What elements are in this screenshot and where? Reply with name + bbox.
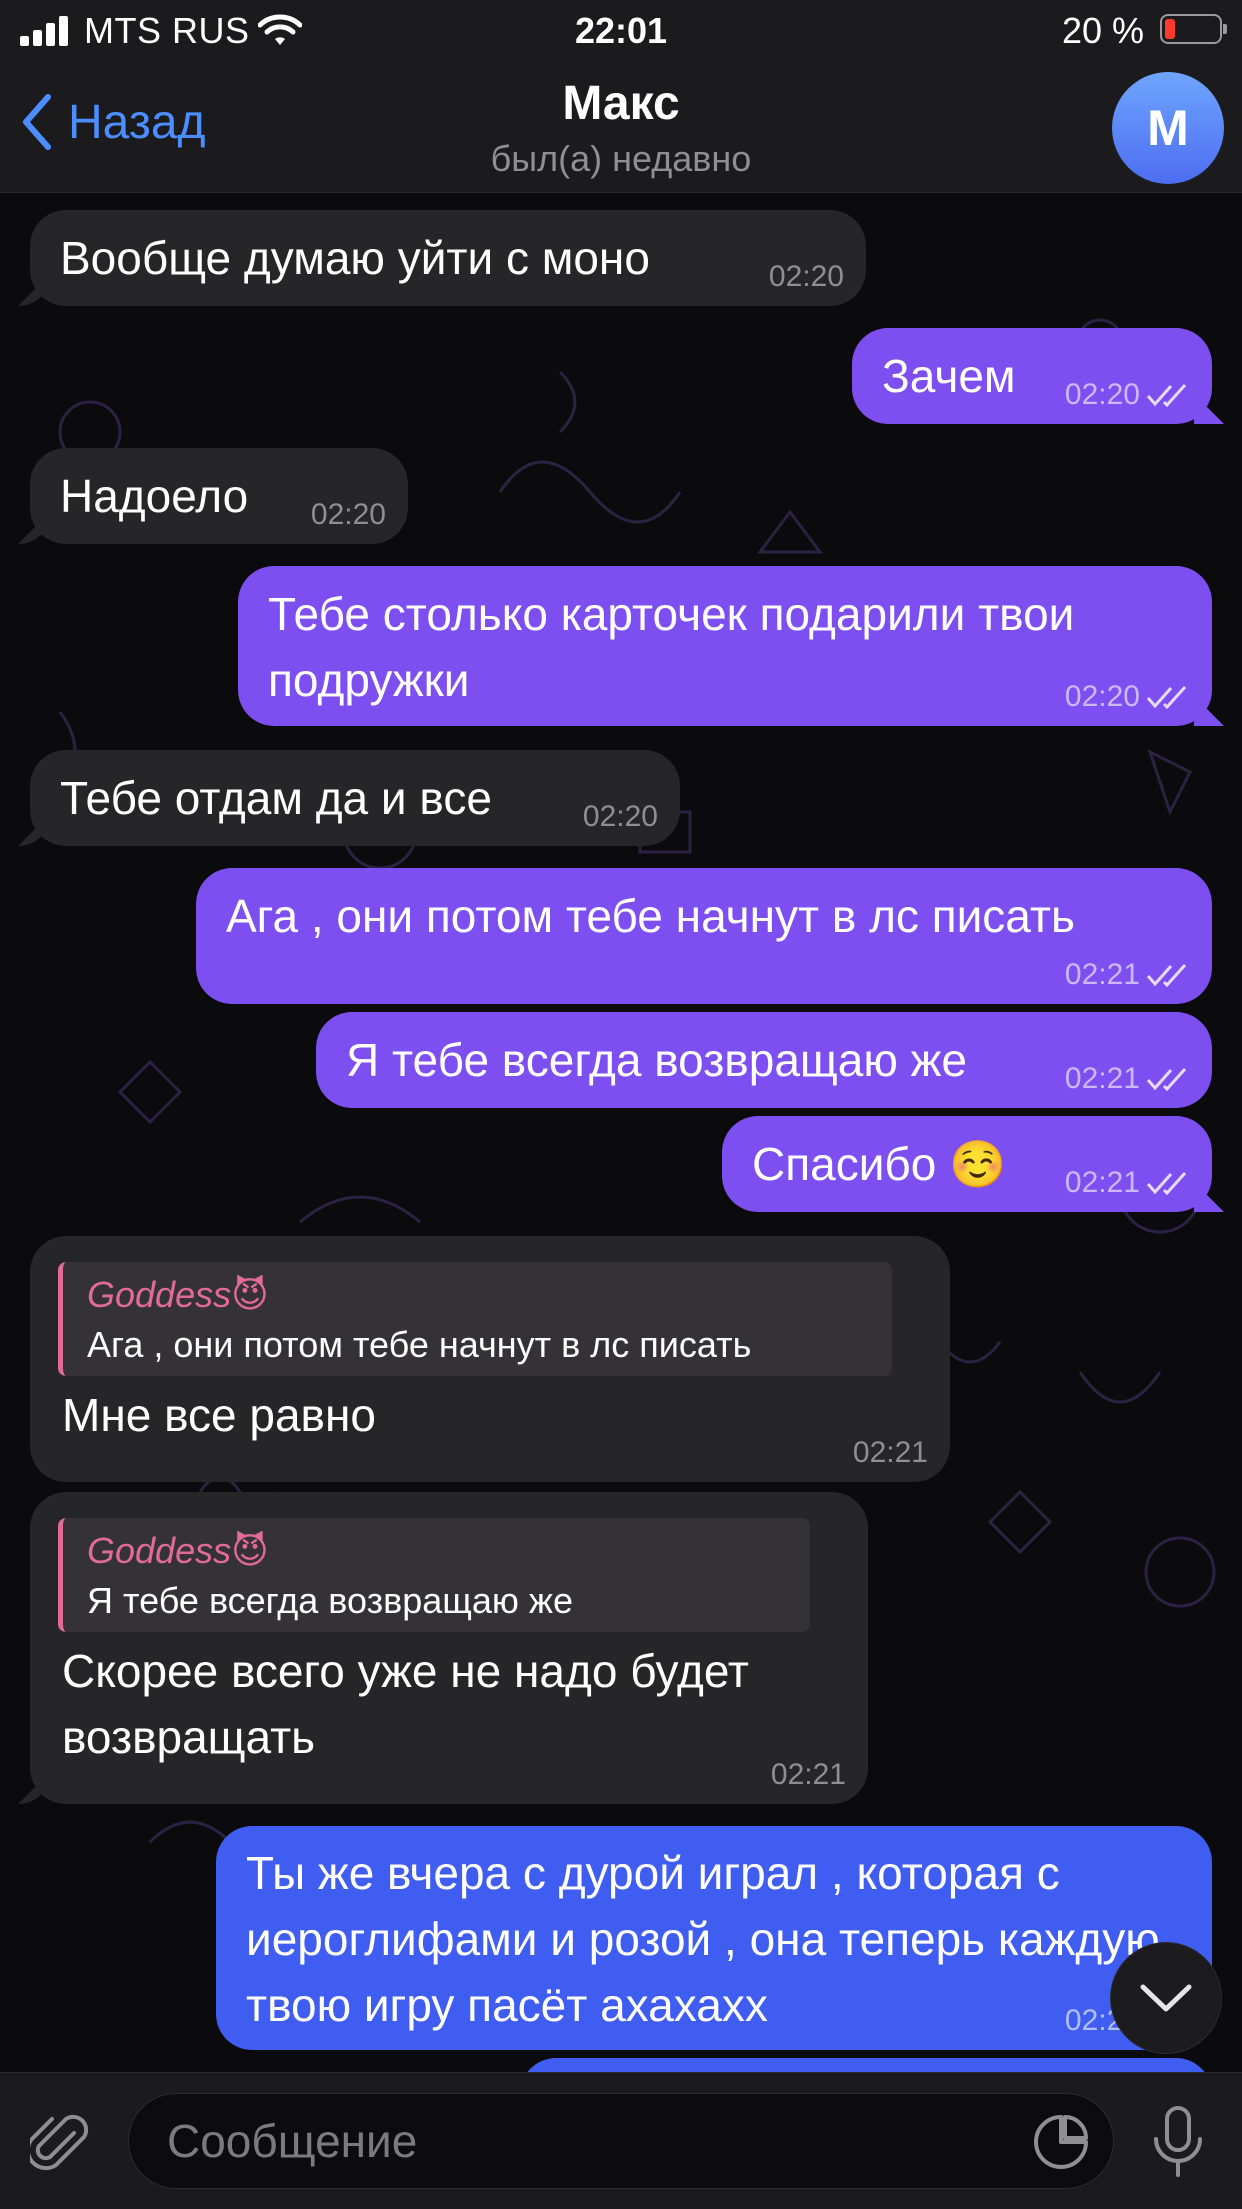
message-time: 02:21 bbox=[1064, 1062, 1140, 1095]
chat-title[interactable]: Макс bbox=[0, 76, 1242, 131]
message-time: 02:20 bbox=[1064, 378, 1140, 411]
message-input[interactable] bbox=[128, 2093, 1114, 2189]
double-check-icon bbox=[1146, 1067, 1187, 1091]
reply-quote[interactable]: Goddess😈 Я тебе всегда возвращаю же bbox=[58, 1518, 810, 1632]
message-time: 02:20 bbox=[768, 260, 844, 293]
message-bubble[interactable]: Вообще думаю уйти с моно 02:20 bbox=[30, 210, 866, 306]
reply-message-bubble[interactable]: Goddess😈 Я тебе всегда возвращаю же Скор… bbox=[30, 1492, 868, 1804]
last-seen-status: был(а) недавно bbox=[490, 138, 752, 179]
double-check-icon bbox=[1146, 685, 1187, 709]
clock-time: 22:01 bbox=[574, 10, 668, 51]
double-check-icon bbox=[1146, 1171, 1187, 1195]
message-time: 02:21 bbox=[1064, 1166, 1140, 1199]
message-time: 02:20 bbox=[310, 498, 386, 531]
reply-text: Я тебе всегда возвращаю же bbox=[87, 1580, 573, 1621]
message-time: 02:20 bbox=[582, 800, 658, 833]
message-bubble[interactable]: Я тебе всегда возвращаю же 02:21 bbox=[316, 1012, 1212, 1108]
message-bubble[interactable]: Спасибо ☺️ 02:21 bbox=[722, 1116, 1212, 1212]
message-bubble[interactable]: Зачем 02:20 bbox=[852, 328, 1212, 424]
message-text: Скорее всего уже не надо будет возвращат… bbox=[62, 1645, 749, 1763]
sticker-icon[interactable] bbox=[1032, 2113, 1090, 2171]
message-text: Надоело bbox=[60, 470, 249, 522]
double-check-icon bbox=[1146, 963, 1187, 987]
message-text: Ага , они потом тебе начнут в лс писать bbox=[226, 890, 1075, 942]
message-text: Тебе отдам да и все bbox=[60, 772, 492, 824]
message-time: 02:20 bbox=[1064, 680, 1140, 713]
paperclip-icon[interactable] bbox=[30, 2111, 92, 2179]
message-bubble[interactable]: Надоело 02:20 bbox=[30, 448, 408, 544]
reply-message-bubble[interactable]: Goddess😈 Ага , они потом тебе начнут в л… bbox=[30, 1236, 950, 1482]
reply-quote[interactable]: Goddess😈 Ага , они потом тебе начнут в л… bbox=[58, 1262, 892, 1376]
battery-icon bbox=[1160, 14, 1227, 44]
battery-percent: 20 % bbox=[1061, 10, 1144, 51]
message-bubble[interactable]: Тебе отдам да и все 02:20 bbox=[30, 750, 680, 846]
message-text: Зачем bbox=[882, 350, 1016, 402]
reply-author: Goddess😈 bbox=[87, 1274, 269, 1315]
message-text: Спасибо ☺️ bbox=[752, 1138, 1007, 1190]
chat-header: Назад Макс был(а) недавно M bbox=[0, 62, 1242, 193]
status-bar: MTS RUS 22:01 20 % bbox=[0, 0, 1242, 62]
message-input-bar bbox=[0, 2072, 1242, 2209]
message-text: Я тебе всегда возвращаю же bbox=[346, 1034, 967, 1086]
reply-text: Ага , они потом тебе начнут в лс писать bbox=[87, 1324, 752, 1365]
message-text: Вообще думаю уйти с моно bbox=[60, 232, 650, 284]
message-text: Мне все равно bbox=[62, 1389, 376, 1441]
message-time: 02:21 bbox=[1064, 958, 1140, 991]
message-time: 02:21 bbox=[852, 1436, 928, 1469]
message-bubble[interactable]: Тебе столько карточек подарили твои подр… bbox=[238, 566, 1212, 726]
message-text: Ты же вчера с дурой играл , которая с ие… bbox=[246, 1847, 1160, 2031]
chevron-down-icon bbox=[1140, 1984, 1192, 2012]
reply-author: Goddess😈 bbox=[87, 1530, 269, 1571]
message-bubble[interactable]: Ага , они потом тебе начнут в лс писать … bbox=[196, 868, 1212, 1004]
microphone-icon[interactable] bbox=[1150, 2105, 1206, 2179]
scroll-down-button[interactable] bbox=[1110, 1942, 1222, 2054]
avatar[interactable]: M bbox=[1112, 72, 1224, 184]
message-text: Тебе столько карточек подарили твои подр… bbox=[268, 588, 1075, 706]
message-time: 02:21 bbox=[770, 1758, 846, 1791]
double-check-icon bbox=[1146, 383, 1187, 407]
message-bubble[interactable]: Ты же вчера с дурой играл , которая с ие… bbox=[216, 1826, 1212, 2050]
